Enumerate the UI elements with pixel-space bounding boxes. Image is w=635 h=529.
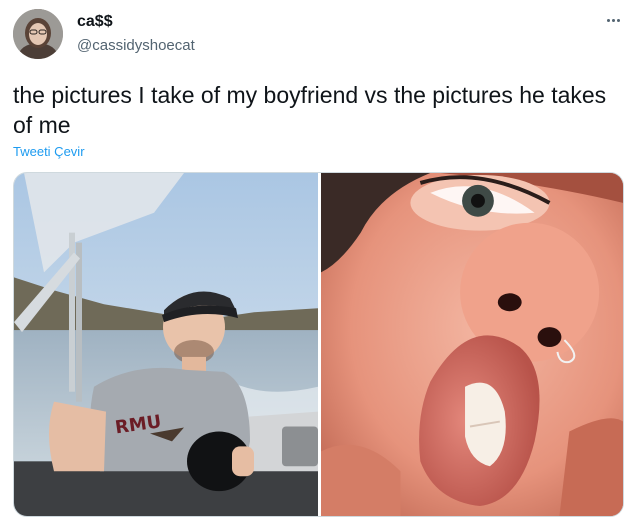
user-info: ca$$ @cassidyshoecat [77, 12, 195, 56]
tweet-text: the pictures I take of my boyfriend vs t… [13, 82, 607, 138]
avatar[interactable] [13, 9, 63, 59]
profile-avatar-icon [13, 9, 63, 59]
boyfriend-on-boat-photo[interactable]: RMU [14, 173, 318, 516]
user-handle[interactable]: @cassidyshoecat [77, 36, 195, 56]
media-grid: RMU [13, 172, 624, 517]
boat-scene-image: RMU [14, 173, 318, 516]
more-options-button[interactable] [603, 12, 623, 28]
more-dot-icon [606, 18, 610, 22]
close-up-face-photo[interactable] [321, 173, 623, 516]
translate-tweet-link[interactable]: Tweeti Çevir [13, 144, 85, 159]
display-name[interactable]: ca$$ [77, 12, 195, 32]
tweet-card: ca$$ @cassidyshoecat the pictures I take… [0, 0, 635, 529]
face-closeup-image [321, 173, 623, 516]
more-dot-icon [611, 18, 615, 22]
more-dot-icon [616, 18, 620, 22]
